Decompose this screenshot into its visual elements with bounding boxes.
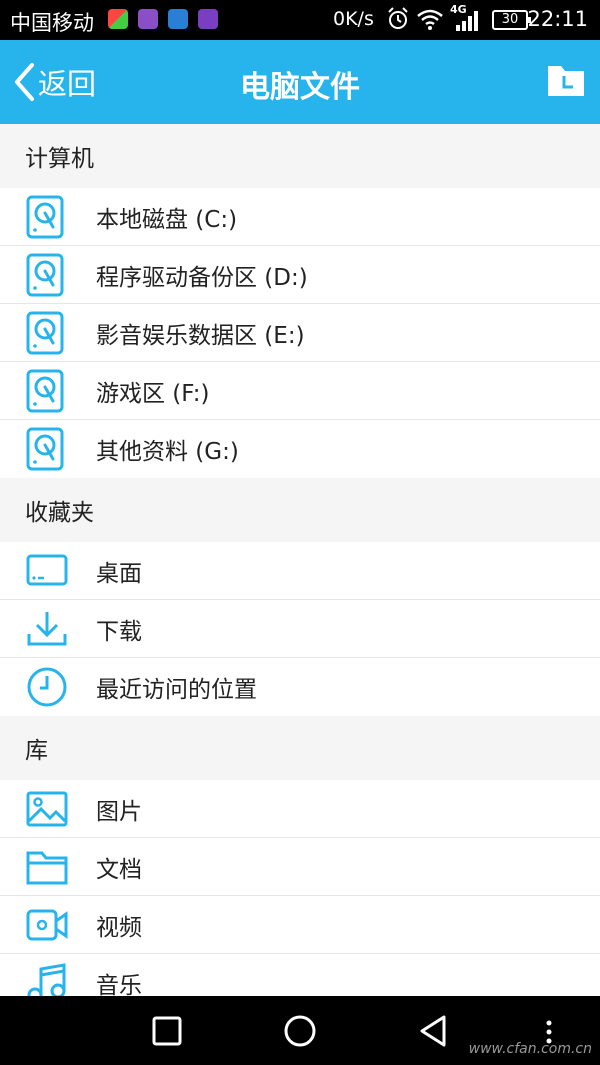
drive-item-c[interactable]: 本地磁盘 (C:) [0,188,600,246]
navigation-bar: www.cfan.com.cn [0,996,600,1065]
library-label: 图片 [96,798,142,825]
library-label: 音乐 [96,973,142,996]
drive-item-e[interactable]: 影音娱乐数据区 (E:) [0,304,600,362]
status-bar: 中国移动 0K/s 4G 30 22:11 [0,0,600,40]
favorite-label: 下载 [96,618,142,645]
video-icon [26,909,68,940]
library-item-documents[interactable]: 文档 [0,838,600,896]
wifi-icon [417,9,443,30]
drive-item-f[interactable]: 游戏区 (F:) [0,362,600,420]
drive-icon [26,369,64,412]
drive-item-d[interactable]: 程序驱动备份区 (D:) [0,246,600,304]
drive-label: 本地磁盘 (C:) [96,206,238,233]
image-icon [26,791,68,826]
gallery-notification-icon [138,9,158,29]
drive-label: 程序驱动备份区 (D:) [96,264,308,291]
library-label: 视频 [96,914,142,941]
file-browser-list: 计算机 本地磁盘 (C:) 程序驱动备份区 (D:) 影音娱乐数据区 (E:) … [0,124,600,996]
section-header-favorites: 收藏夹 [0,478,600,542]
folder-recent-icon[interactable] [546,62,586,98]
title-bar: 返回 电脑文件 [0,40,600,124]
library-label: 文档 [96,856,142,883]
download-icon [27,611,67,645]
section-header-library: 库 [0,716,600,780]
recents-square-icon[interactable] [152,1016,182,1046]
favorite-item-desktop[interactable]: 桌面 [0,542,600,600]
favorite-item-recent[interactable]: 最近访问的位置 [0,658,600,716]
app-notification-icon [108,9,128,29]
desktop-icon [26,554,68,585]
drive-icon [26,195,64,238]
drive-icon [26,253,64,296]
favorite-item-downloads[interactable]: 下载 [0,600,600,658]
favorite-label: 桌面 [96,560,142,587]
drive-label: 游戏区 (F:) [96,380,210,407]
drive-label: 其他资料 (G:) [96,439,239,465]
signal-icon [456,11,478,31]
drive-label: 影音娱乐数据区 (E:) [96,322,305,349]
clock: 22:11 [527,7,588,31]
back-triangle-icon[interactable] [418,1014,448,1048]
page-title: 电脑文件 [240,70,360,105]
network-speed: 0K/s [333,8,374,30]
library-item-videos[interactable]: 视频 [0,896,600,954]
alarm-icon [388,7,408,29]
library-item-pictures[interactable]: 图片 [0,780,600,838]
battery-indicator: 30 [492,10,531,30]
favorite-label: 最近访问的位置 [96,677,257,703]
drive-item-g[interactable]: 其他资料 (G:) [0,420,600,478]
clock-icon [27,667,67,707]
home-circle-icon[interactable] [283,1014,317,1048]
music-icon [27,963,66,996]
library-item-music[interactable]: 音乐 [0,954,600,996]
drive-icon [26,311,64,354]
watermark: www.cfan.com.cn [468,1041,592,1057]
carrier-name: 中国移动 [10,11,94,35]
keyboard-notification-icon [198,9,218,29]
sim-notification-icon [168,9,188,29]
folder-icon [26,851,68,884]
section-header-computer: 计算机 [0,124,600,188]
drive-icon [26,427,64,471]
